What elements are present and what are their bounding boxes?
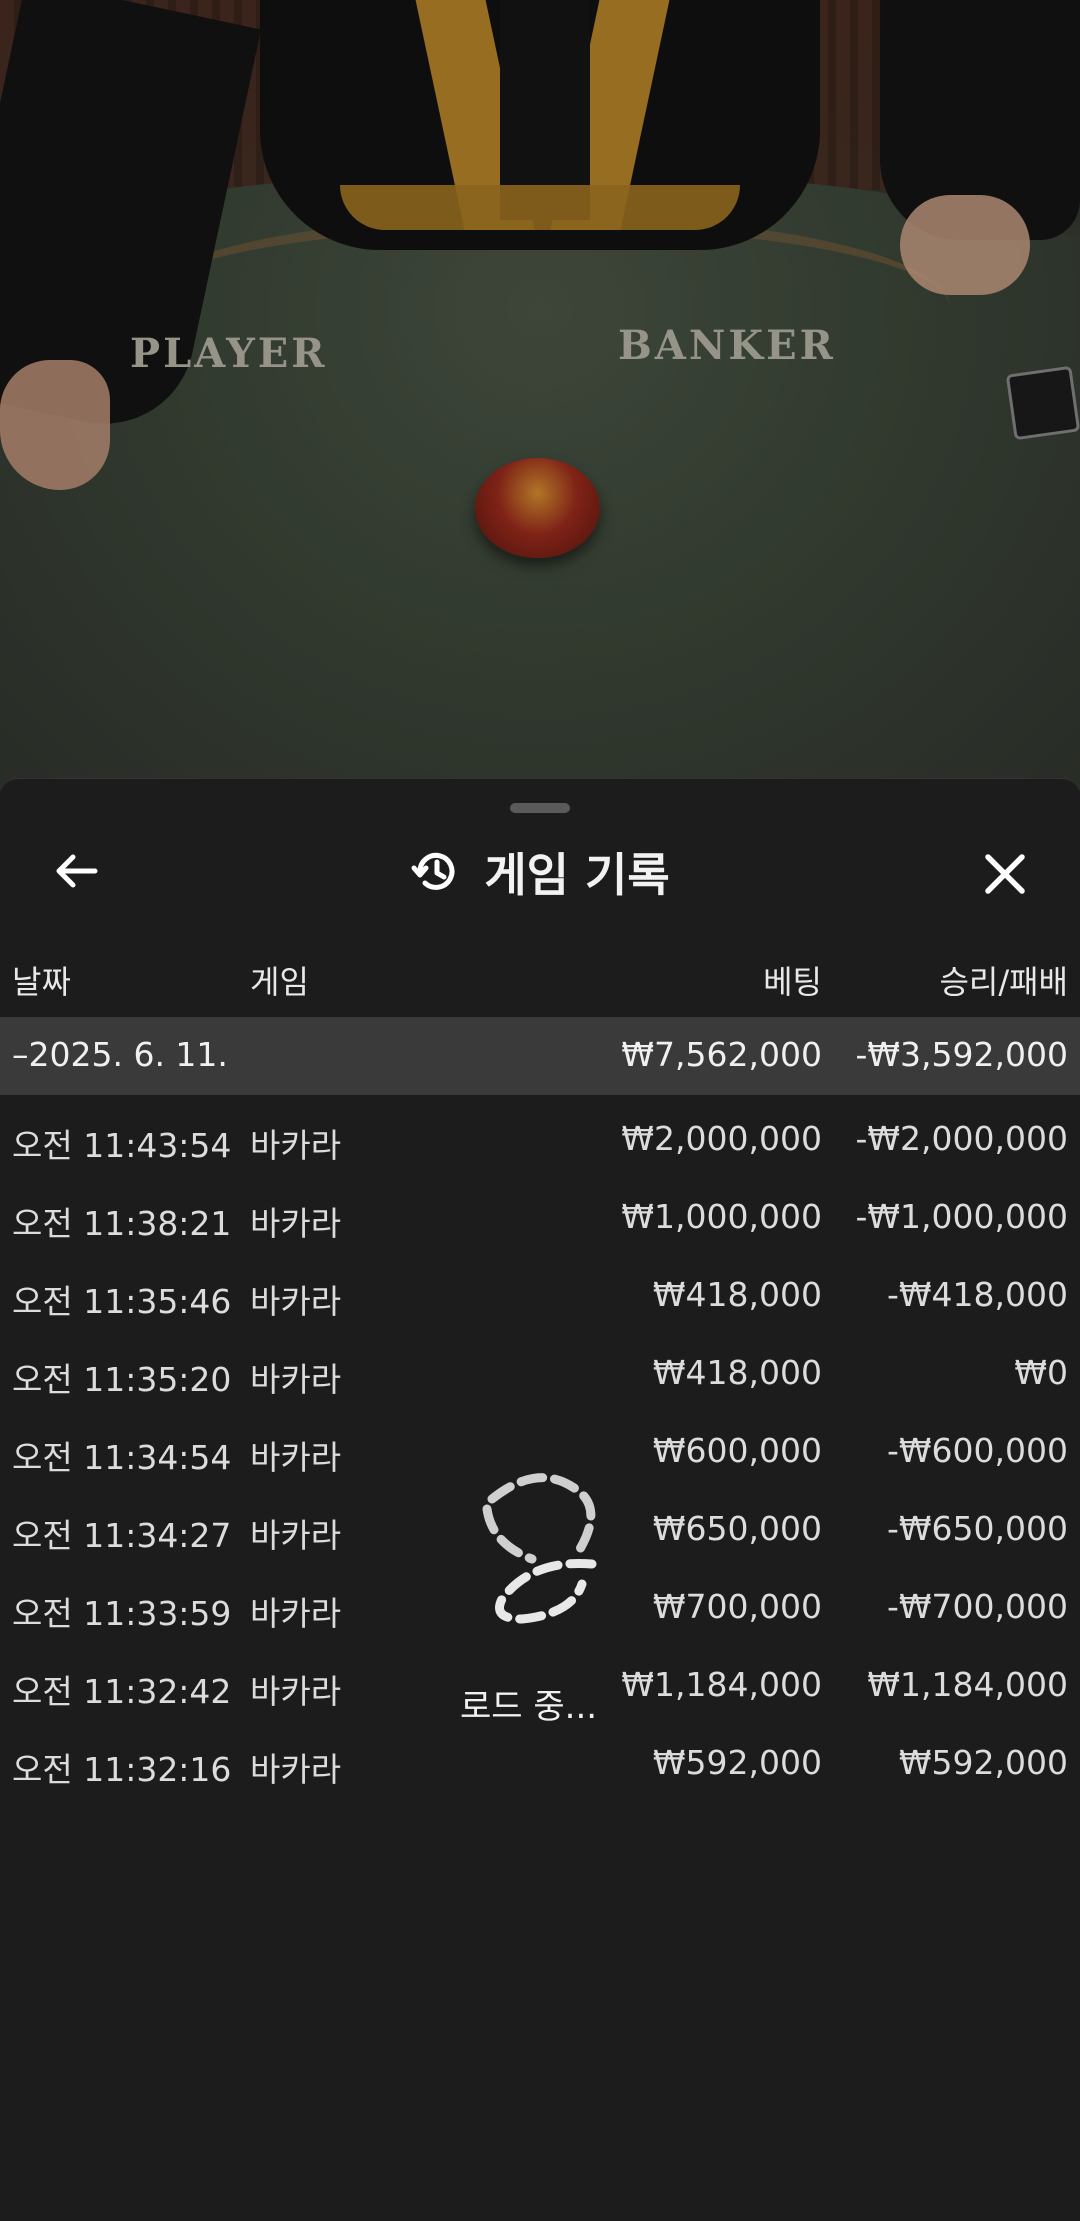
- row-game: 바카라: [250, 1672, 342, 1711]
- page-title: 게임 기록: [484, 848, 670, 902]
- row-result: ₩1,184,000: [867, 1665, 1068, 1704]
- row-bet: ₩592,000: [652, 1743, 822, 1782]
- close-button[interactable]: [972, 841, 1038, 907]
- row-result: ₩592,000: [898, 1743, 1068, 1782]
- sheet-header: 게임 기록: [0, 837, 1080, 907]
- row-time: 오전 11:33:59: [12, 1594, 232, 1633]
- close-icon: [985, 854, 1025, 894]
- column-header-date: 날짜: [12, 963, 71, 1001]
- row-bet: ₩650,000: [652, 1509, 822, 1548]
- history-icon: [411, 852, 455, 890]
- table-row[interactable]: 오전 11:32:16 바카라 ₩592,000 ₩592,000: [0, 1723, 1080, 1801]
- row-result: -₩1,000,000: [855, 1197, 1069, 1236]
- column-header-bet: 베팅: [763, 963, 822, 1001]
- row-bet: ₩418,000: [652, 1275, 822, 1314]
- table-row[interactable]: 오전 11:43:54 바카라 ₩2,000,000 -₩2,000,000: [0, 1099, 1080, 1177]
- row-game: 바카라: [250, 1204, 342, 1243]
- loading-spinner-icon: [482, 1473, 597, 1624]
- summary-result: -₩3,592,000: [855, 1035, 1069, 1074]
- table-row[interactable]: 오전 11:35:20 바카라 ₩418,000 ₩0: [0, 1333, 1080, 1411]
- column-header-result: 승리/패배: [939, 963, 1068, 1001]
- row-time: 오전 11:32:16: [12, 1750, 232, 1789]
- row-game: 바카라: [250, 1126, 342, 1165]
- row-bet: ₩2,000,000: [621, 1119, 822, 1158]
- row-game: 바카라: [250, 1282, 342, 1321]
- row-bet: ₩1,184,000: [621, 1665, 822, 1704]
- row-game: 바카라: [250, 1438, 342, 1477]
- row-game: 바카라: [250, 1360, 342, 1399]
- row-time: 오전 11:34:54: [12, 1438, 232, 1477]
- table-row[interactable]: 오전 11:35:46 바카라 ₩418,000 -₩418,000: [0, 1255, 1080, 1333]
- row-bet: ₩700,000: [652, 1587, 822, 1626]
- loading-text: 로드 중...: [460, 1687, 598, 1727]
- date-summary-row[interactable]: –2025. 6. 11. ₩7,562,000 -₩3,592,000: [0, 1017, 1080, 1095]
- row-result: -₩418,000: [886, 1275, 1068, 1314]
- column-header-game: 게임: [250, 963, 309, 1001]
- row-time: 오전 11:34:27: [12, 1516, 232, 1555]
- row-bet: ₩1,000,000: [621, 1197, 822, 1236]
- row-result: -₩650,000: [886, 1509, 1068, 1548]
- game-history-sheet: 게임 기록 날짜 게임 베팅 승리/패배 –2025. 6. 11. ₩7,56…: [0, 778, 1080, 2221]
- row-time: 오전 11:35:46: [12, 1282, 232, 1321]
- row-time: 오전 11:32:42: [12, 1672, 232, 1711]
- row-time: 오전 11:38:21: [12, 1204, 232, 1243]
- table-row[interactable]: 오전 11:38:21 바카라 ₩1,000,000 -₩1,000,000: [0, 1177, 1080, 1255]
- row-result: ₩0: [1014, 1353, 1068, 1392]
- row-game: 바카라: [250, 1750, 342, 1789]
- row-result: -₩2,000,000: [855, 1119, 1069, 1158]
- row-bet: ₩418,000: [652, 1353, 822, 1392]
- row-result: -₩700,000: [886, 1587, 1068, 1626]
- back-button[interactable]: [45, 841, 105, 901]
- table-header: 날짜 게임 베팅 승리/패배: [0, 957, 1080, 1017]
- sheet-drag-handle[interactable]: [510, 803, 570, 813]
- live-video-feed: PLAYER BANKER: [0, 0, 1080, 790]
- arrow-left-icon: [56, 854, 98, 888]
- row-bet: ₩600,000: [652, 1431, 822, 1470]
- row-result: -₩600,000: [886, 1431, 1068, 1470]
- row-game: 바카라: [250, 1516, 342, 1555]
- row-time: 오전 11:43:54: [12, 1126, 232, 1165]
- video-overlay: [0, 0, 1080, 790]
- row-game: 바카라: [250, 1594, 342, 1633]
- row-time: 오전 11:35:20: [12, 1360, 232, 1399]
- summary-bet: ₩7,562,000: [621, 1035, 822, 1074]
- summary-date: –2025. 6. 11.: [12, 1035, 228, 1074]
